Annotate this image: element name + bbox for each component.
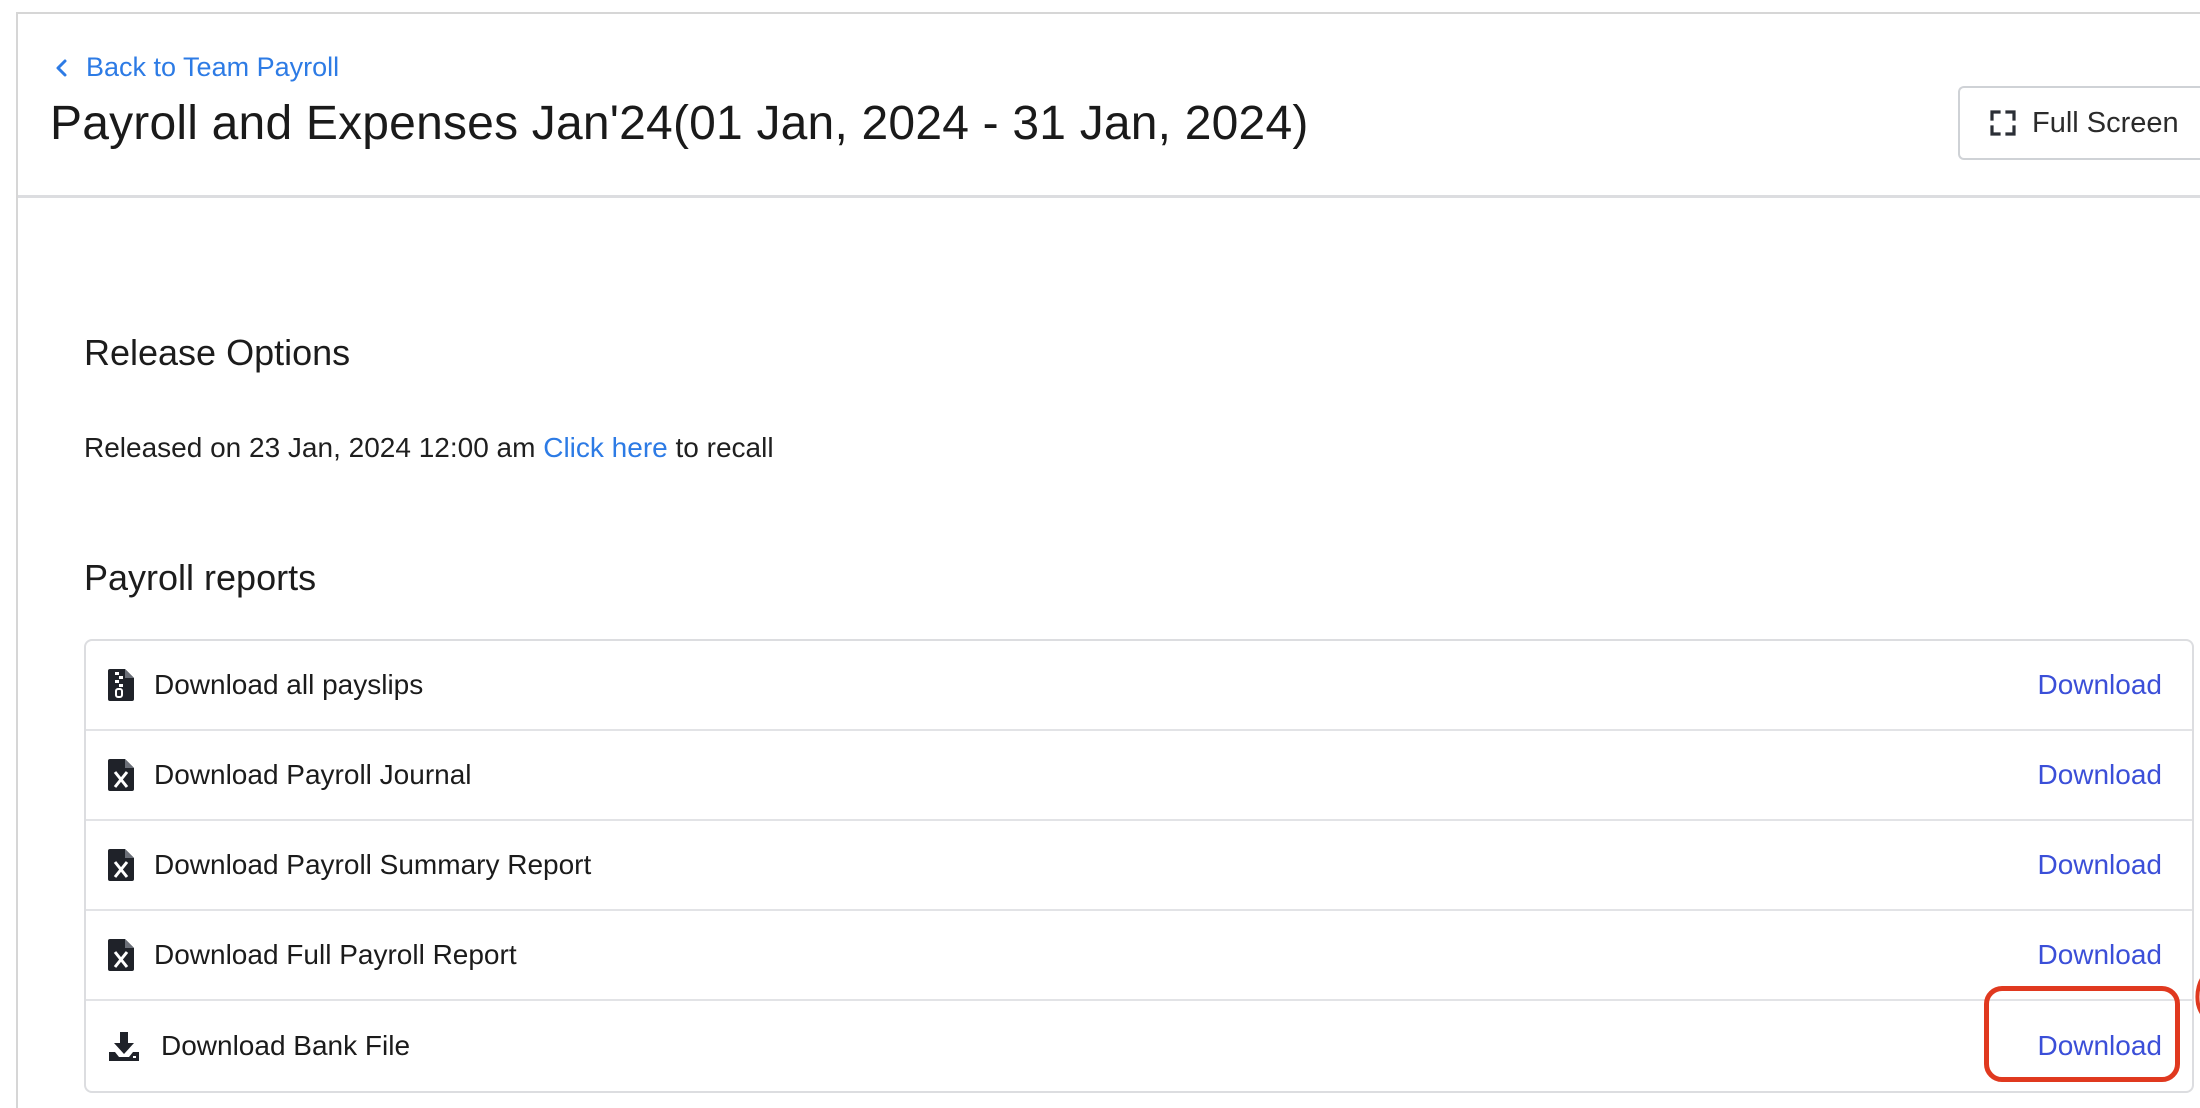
full-screen-button[interactable]: Full Screen: [1958, 86, 2200, 160]
zip-file-icon: [108, 669, 134, 701]
download-payroll-journal-link[interactable]: Download: [2037, 759, 2162, 791]
download-full-payroll-link[interactable]: Download: [2037, 939, 2162, 971]
report-label: Download Payroll Summary Report: [154, 849, 592, 880]
full-screen-label: Full Screen: [2032, 106, 2179, 139]
report-label: Download Payroll Journal: [154, 759, 472, 790]
payroll-page: Back to Team Payroll Payroll and Expense…: [16, 12, 2200, 1108]
report-label: Download Bank File: [161, 1030, 411, 1061]
list-item: Download all payslips Download: [86, 641, 2192, 731]
excel-file-icon: [108, 849, 134, 881]
report-label: Download Full Payroll Report: [154, 939, 517, 970]
list-item: Download Payroll Journal Download: [86, 731, 2192, 821]
payroll-reports-heading: Payroll reports: [84, 557, 317, 598]
release-status-text: Released on 23 Jan, 2024 12:00 am: [84, 432, 544, 463]
list-item: Download Bank File Download: [86, 1001, 2192, 1091]
recall-link[interactable]: Click here: [543, 432, 667, 463]
expand-icon: [1990, 110, 2016, 136]
chevron-left-icon: [56, 59, 67, 76]
list-item: Download Payroll Summary Report Download: [86, 821, 2192, 911]
download-bank-file-link[interactable]: Download: [2037, 1030, 2162, 1062]
release-status-suffix: to recall: [667, 432, 774, 463]
back-link-label: Back to Team Payroll: [86, 52, 340, 82]
excel-file-icon: [108, 759, 134, 791]
report-label: Download all payslips: [154, 669, 424, 700]
release-options-heading: Release Options: [84, 332, 351, 373]
back-to-team-payroll-link[interactable]: Back to Team Payroll: [50, 52, 339, 83]
excel-file-icon: [108, 939, 134, 971]
page-header: Back to Team Payroll Payroll and Expense…: [18, 14, 2200, 198]
download-tray-icon: [109, 1032, 139, 1061]
list-item: Download Full Payroll Report Download: [86, 911, 2192, 1001]
release-status: Released on 23 Jan, 2024 12:00 am Click …: [84, 432, 774, 464]
payroll-reports-list: Download all payslips Download Download …: [84, 639, 2194, 1093]
page-title: Payroll and Expenses Jan'24(01 Jan, 2024…: [50, 97, 1309, 150]
download-payroll-summary-link[interactable]: Download: [2037, 849, 2162, 881]
download-payslips-link[interactable]: Download: [2037, 669, 2162, 701]
